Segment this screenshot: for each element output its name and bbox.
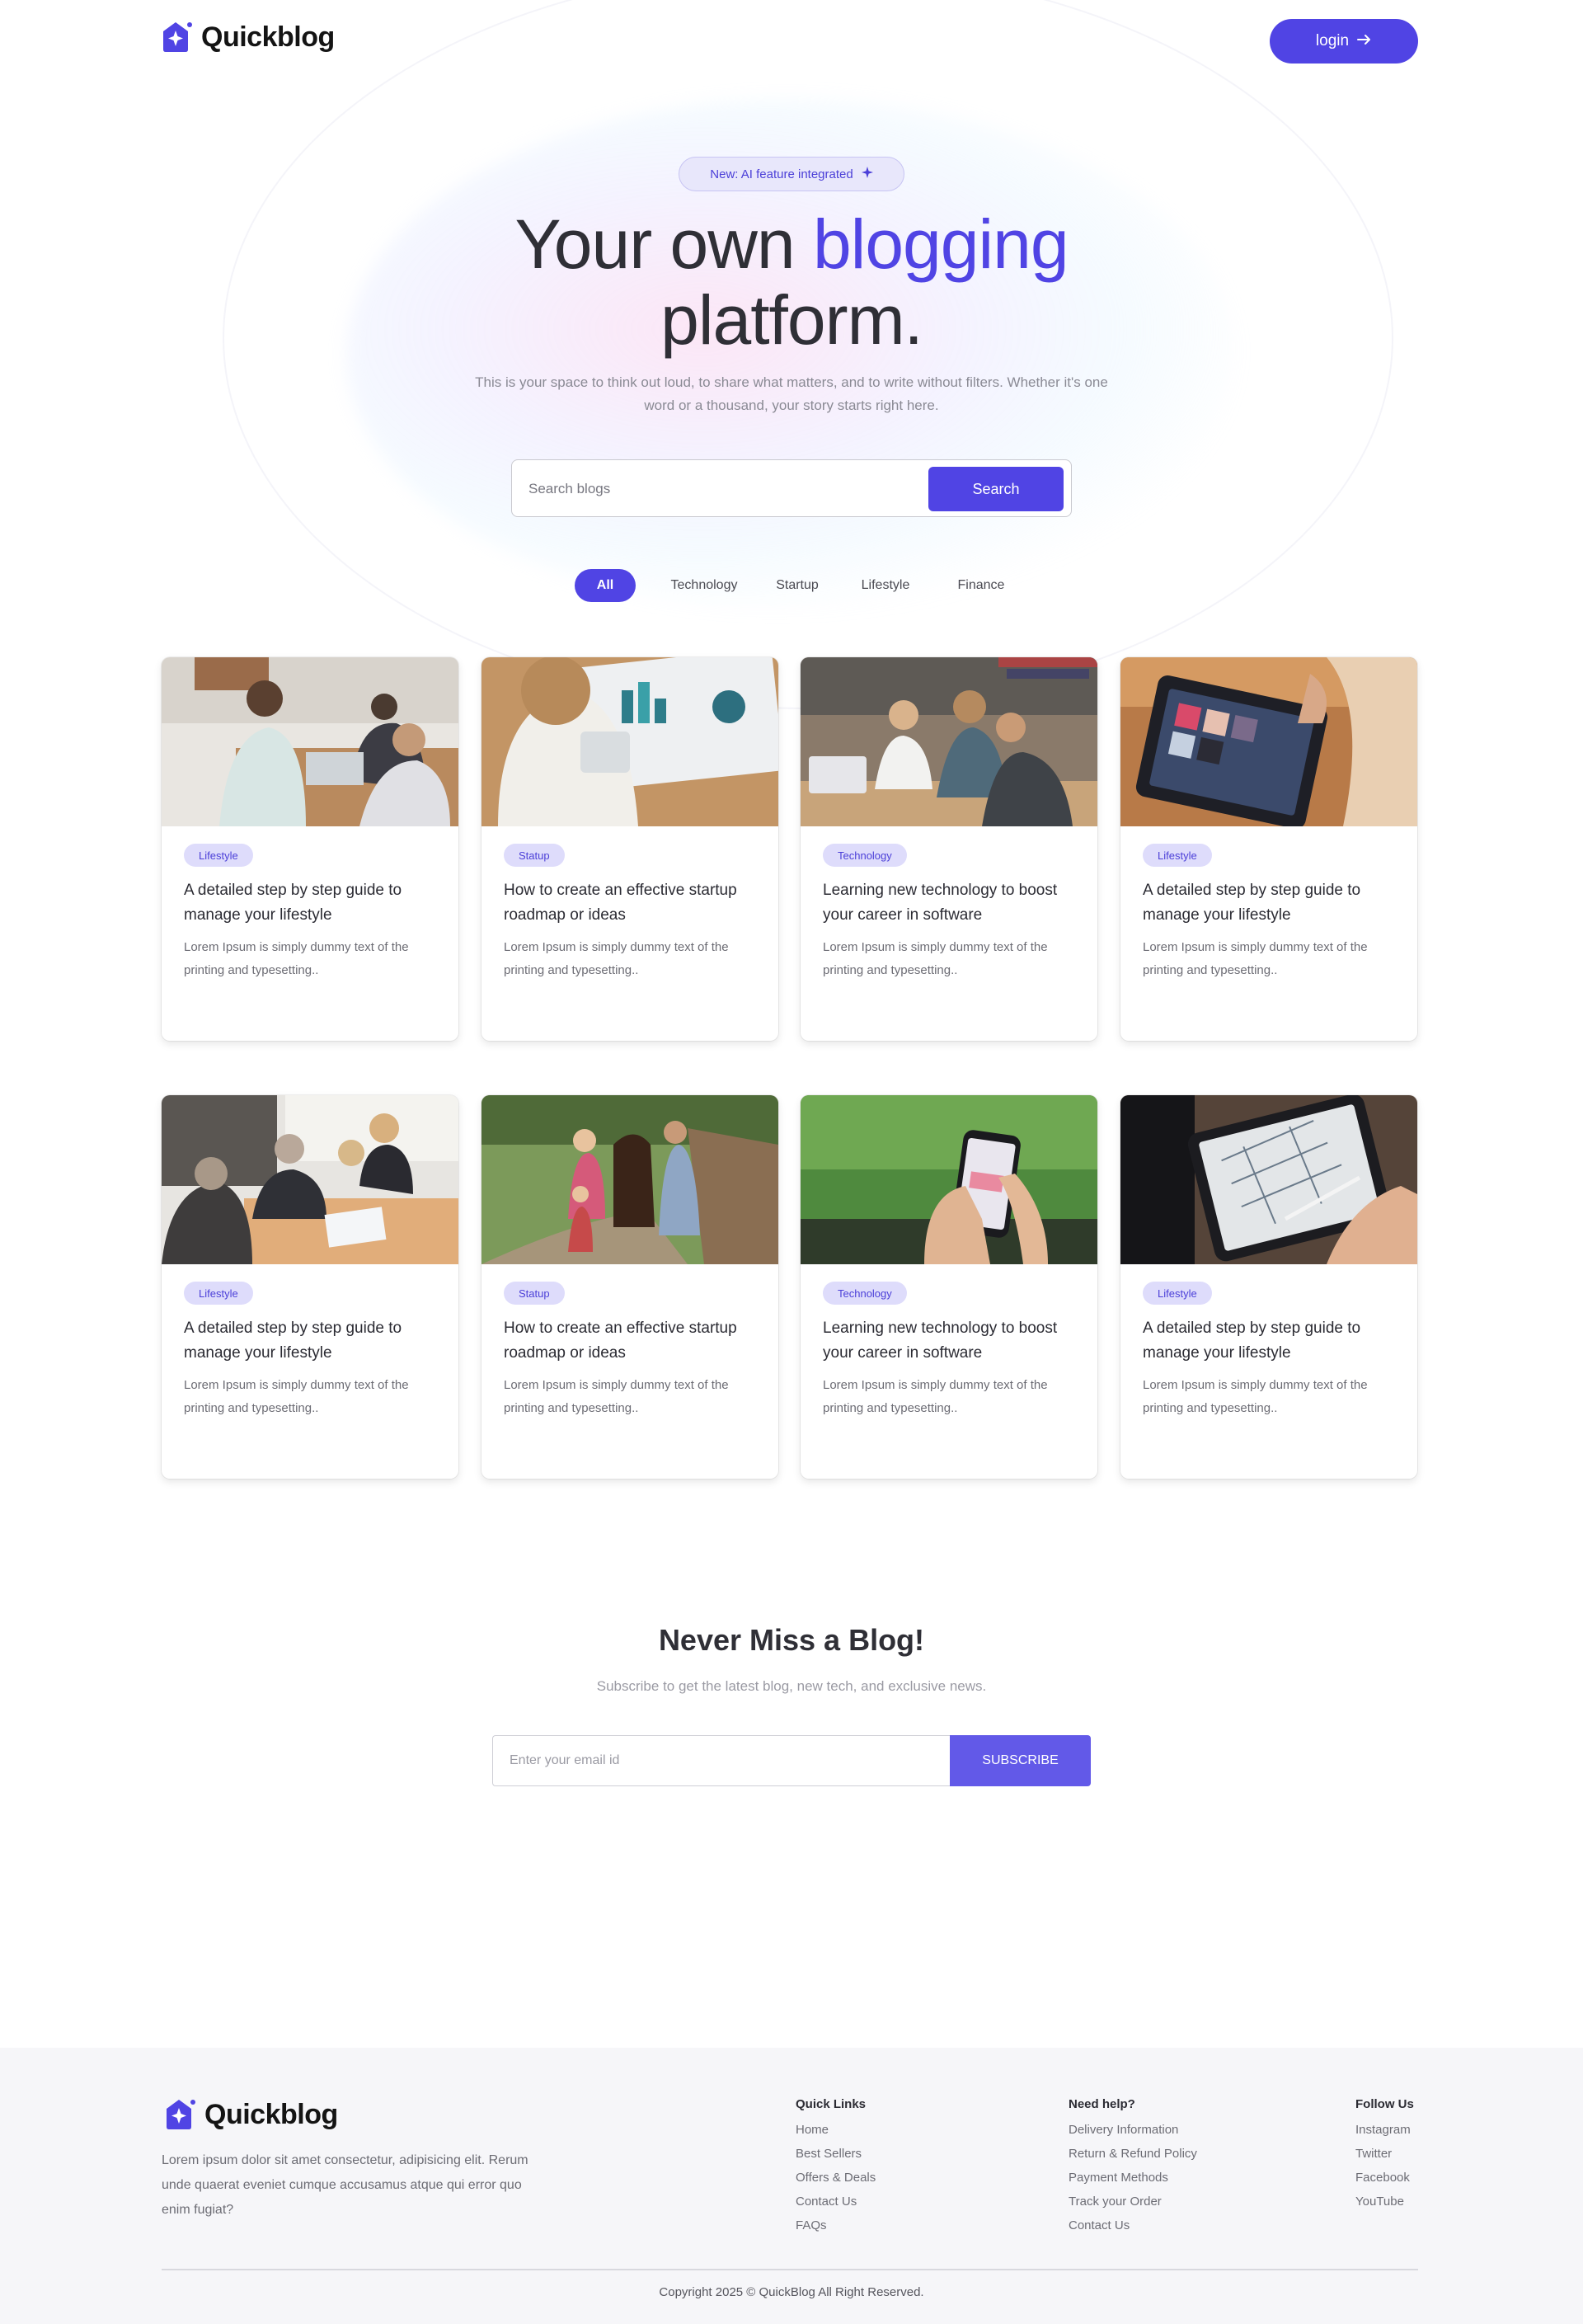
filter-lifestyle[interactable]: Lifestyle: [849, 569, 922, 602]
footer-link-payment[interactable]: Payment Methods: [1069, 2166, 1197, 2190]
footer-logo-text: Quickblog: [204, 2098, 338, 2130]
login-button[interactable]: login: [1270, 19, 1418, 64]
newsletter-form: SUBSCRIBE: [492, 1735, 1091, 1786]
blog-card-title: How to create an effective startup roadm…: [504, 1320, 737, 1362]
newsletter-subtitle: Subscribe to get the latest blog, new te…: [596, 1678, 987, 1694]
login-label: login: [1315, 32, 1350, 49]
logo-icon: [162, 2097, 196, 2132]
filter-technology[interactable]: Technology: [660, 569, 749, 602]
blog-card-tag: Lifestyle: [184, 1282, 253, 1305]
footer: Quickblog Lorem ipsum dolor sit amet con…: [0, 2048, 1583, 2324]
blog-card-title: A detailed step by step guide to manage …: [1143, 882, 1361, 924]
hero-subtitle: This is your space to think out loud, to…: [475, 374, 1108, 413]
footer-link-youtube[interactable]: YouTube: [1355, 2190, 1414, 2213]
blog-card[interactable]: Statup How to create an effective startu…: [481, 657, 778, 1041]
filter-finance[interactable]: Finance: [947, 569, 1016, 602]
blog-card-tag: Technology: [823, 844, 907, 867]
footer-link-best-sellers[interactable]: Best Sellers: [796, 2142, 876, 2166]
blog-card-image: [801, 657, 1097, 826]
footer-quick-links: Quick Links Home Best Sellers Offers & D…: [796, 2097, 876, 2237]
badge-text: New: AI feature integrated: [710, 167, 853, 181]
blog-card-title: A detailed step by step guide to manage …: [184, 882, 402, 924]
footer-description: Lorem ipsum dolor sit amet consectetur, …: [162, 2153, 528, 2217]
blog-card-title: How to create an effective startup roadm…: [504, 882, 737, 924]
footer-link-contact[interactable]: Contact Us: [796, 2190, 876, 2213]
blog-card-image: [162, 657, 458, 826]
category-filters: All Technology Startup Lifestyle Finance: [0, 569, 1583, 602]
footer-link-home[interactable]: Home: [796, 2118, 876, 2142]
blog-card-tag: Technology: [823, 1282, 907, 1305]
blog-card-image: [481, 657, 778, 826]
blog-card-excerpt: Lorem Ipsum is simply dummy text of the …: [504, 1378, 729, 1415]
hero-title-part2: platform.: [660, 281, 923, 359]
blog-card-tag: Statup: [504, 1282, 565, 1305]
footer-column-heading: Quick Links: [796, 2097, 867, 2111]
filter-all[interactable]: All: [575, 569, 636, 602]
search-input[interactable]: [528, 475, 908, 503]
footer-need-help: Need help? Delivery Information Return &…: [1069, 2097, 1197, 2237]
email-field[interactable]: [492, 1735, 950, 1786]
blog-card[interactable]: Lifestyle A detailed step by step guide …: [1120, 1095, 1417, 1479]
hero-title-accent: blogging: [812, 205, 1069, 283]
header: Quickblog login: [0, 0, 1583, 82]
filter-startup[interactable]: Startup: [763, 569, 832, 602]
blog-card-title: A detailed step by step guide to manage …: [1143, 1320, 1361, 1362]
blog-card-image: [1120, 1095, 1417, 1264]
blog-card-excerpt: Lorem Ipsum is simply dummy text of the …: [1143, 940, 1368, 977]
blog-card-tag: Lifestyle: [184, 844, 253, 867]
blog-card[interactable]: Statup How to create an effective startu…: [481, 1095, 778, 1479]
footer-link-track-order[interactable]: Track your Order: [1069, 2190, 1197, 2213]
blog-card[interactable]: Technology Learning new technology to bo…: [801, 1095, 1097, 1479]
star-icon: [861, 167, 873, 181]
logo-icon: [158, 20, 193, 54]
arrow-right-icon: [1357, 32, 1372, 50]
blog-card[interactable]: Lifestyle A detailed step by step guide …: [1120, 657, 1417, 1041]
blog-card-title: Learning new technology to boost your ca…: [823, 882, 1058, 924]
blog-card-excerpt: Lorem Ipsum is simply dummy text of the …: [823, 940, 1048, 977]
footer-copyright: Copyright 2025 © QuickBlog All Right Res…: [659, 2285, 924, 2299]
footer-link-facebook[interactable]: Facebook: [1355, 2166, 1414, 2190]
footer-column-heading: Need help?: [1069, 2097, 1135, 2111]
blog-card-tag: Lifestyle: [1143, 1282, 1212, 1305]
blog-card[interactable]: Technology Learning new technology to bo…: [801, 657, 1097, 1041]
logo[interactable]: Quickblog: [158, 20, 335, 54]
hero-title-part1: Your own: [514, 205, 795, 283]
blog-card[interactable]: Lifestyle A detailed step by step guide …: [162, 1095, 458, 1479]
blog-card-excerpt: Lorem Ipsum is simply dummy text of the …: [823, 1378, 1048, 1415]
footer-follow-us: Follow Us Instagram Twitter Facebook You…: [1355, 2097, 1414, 2213]
blog-card-title: Learning new technology to boost your ca…: [823, 1320, 1058, 1362]
footer-link-delivery[interactable]: Delivery Information: [1069, 2118, 1197, 2142]
blog-card-excerpt: Lorem Ipsum is simply dummy text of the …: [504, 940, 729, 977]
footer-logo[interactable]: Quickblog: [162, 2097, 338, 2132]
blog-card-excerpt: Lorem Ipsum is simply dummy text of the …: [184, 940, 409, 977]
search-box: Search: [511, 459, 1072, 517]
blog-card-image: [481, 1095, 778, 1264]
search-button[interactable]: Search: [928, 467, 1064, 511]
blog-card-tag: Lifestyle: [1143, 844, 1212, 867]
blog-card-tag: Statup: [504, 844, 565, 867]
blog-card-excerpt: Lorem Ipsum is simply dummy text of the …: [184, 1378, 409, 1415]
footer-link-twitter[interactable]: Twitter: [1355, 2142, 1414, 2166]
footer-column-heading: Follow Us: [1355, 2097, 1414, 2111]
footer-link-faqs[interactable]: FAQs: [796, 2213, 876, 2237]
blog-card-image: [162, 1095, 458, 1264]
footer-link-offers[interactable]: Offers & Deals: [796, 2166, 876, 2190]
blog-card-title: A detailed step by step guide to manage …: [184, 1320, 402, 1362]
blog-card[interactable]: Lifestyle A detailed step by step guide …: [162, 657, 458, 1041]
blog-card-excerpt: Lorem Ipsum is simply dummy text of the …: [1143, 1378, 1368, 1415]
footer-link-returns[interactable]: Return & Refund Policy: [1069, 2142, 1197, 2166]
logo-text: Quickblog: [201, 21, 335, 53]
footer-divider: [162, 2269, 1418, 2270]
footer-link-contact-us[interactable]: Contact Us: [1069, 2213, 1197, 2237]
blog-card-image: [1120, 657, 1417, 826]
page: Quickblog login New: AI feature integrat…: [0, 0, 1583, 2324]
footer-link-instagram[interactable]: Instagram: [1355, 2118, 1414, 2142]
newsletter-title: Never Miss a Blog!: [658, 1623, 925, 1657]
blog-card-image: [801, 1095, 1097, 1264]
ai-feature-badge: New: AI feature integrated: [679, 157, 904, 191]
subscribe-button[interactable]: SUBSCRIBE: [950, 1735, 1091, 1786]
hero-title: Your own blogging platform.: [0, 206, 1583, 358]
